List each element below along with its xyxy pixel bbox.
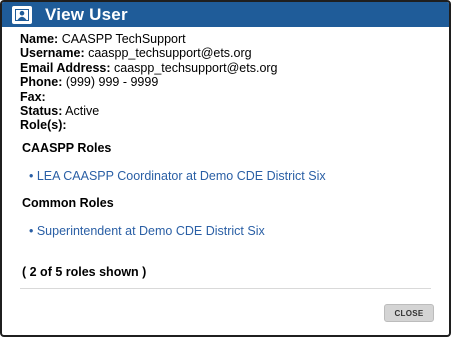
roles-row: Role(s):: [20, 118, 278, 132]
email-value: caaspp_techsupport@ets.org: [114, 60, 278, 75]
email-label: Email Address:: [20, 60, 111, 75]
close-button[interactable]: CLOSE: [384, 304, 434, 322]
user-details: Name: CAASPP TechSupport Username: caasp…: [20, 32, 278, 133]
common-roles-heading: Common Roles: [22, 196, 114, 210]
status-row: Status: Active: [20, 104, 278, 118]
username-row: Username: caaspp_techsupport@ets.org: [20, 46, 278, 60]
username-label: Username:: [20, 46, 85, 61]
username-value: caaspp_techsupport@ets.org: [88, 46, 252, 61]
name-row: Name: CAASPP TechSupport: [20, 32, 278, 46]
phone-value: (999) 999 - 9999: [65, 75, 159, 90]
footer-divider: [20, 288, 431, 289]
roles-label: Role(s):: [20, 118, 67, 133]
caaspp-role-item: • LEA CAASPP Coordinator at Demo CDE Dis…: [29, 169, 326, 183]
view-user-dialog: View User Name: CAASPP TechSupport Usern…: [0, 0, 451, 337]
email-row: Email Address: caaspp_techsupport@ets.or…: [20, 61, 278, 75]
roles-shown-count: ( 2 of 5 roles shown ): [22, 265, 147, 279]
phone-row: Phone: (999) 999 - 9999: [20, 75, 278, 89]
phone-label: Phone:: [20, 75, 63, 90]
fax-label: Fax:: [20, 89, 46, 104]
fax-row: Fax:: [20, 90, 278, 104]
status-label: Status:: [20, 104, 63, 119]
user-card-icon: [12, 5, 32, 24]
status-value: Active: [65, 104, 100, 119]
name-label: Name:: [20, 32, 59, 46]
caaspp-roles-heading: CAASPP Roles: [22, 141, 112, 155]
name-value: CAASPP TechSupport: [61, 32, 186, 46]
common-role-item: • Superintendent at Demo CDE District Si…: [29, 224, 265, 238]
dialog-titlebar: View User: [2, 2, 449, 27]
dialog-title: View User: [45, 4, 128, 24]
